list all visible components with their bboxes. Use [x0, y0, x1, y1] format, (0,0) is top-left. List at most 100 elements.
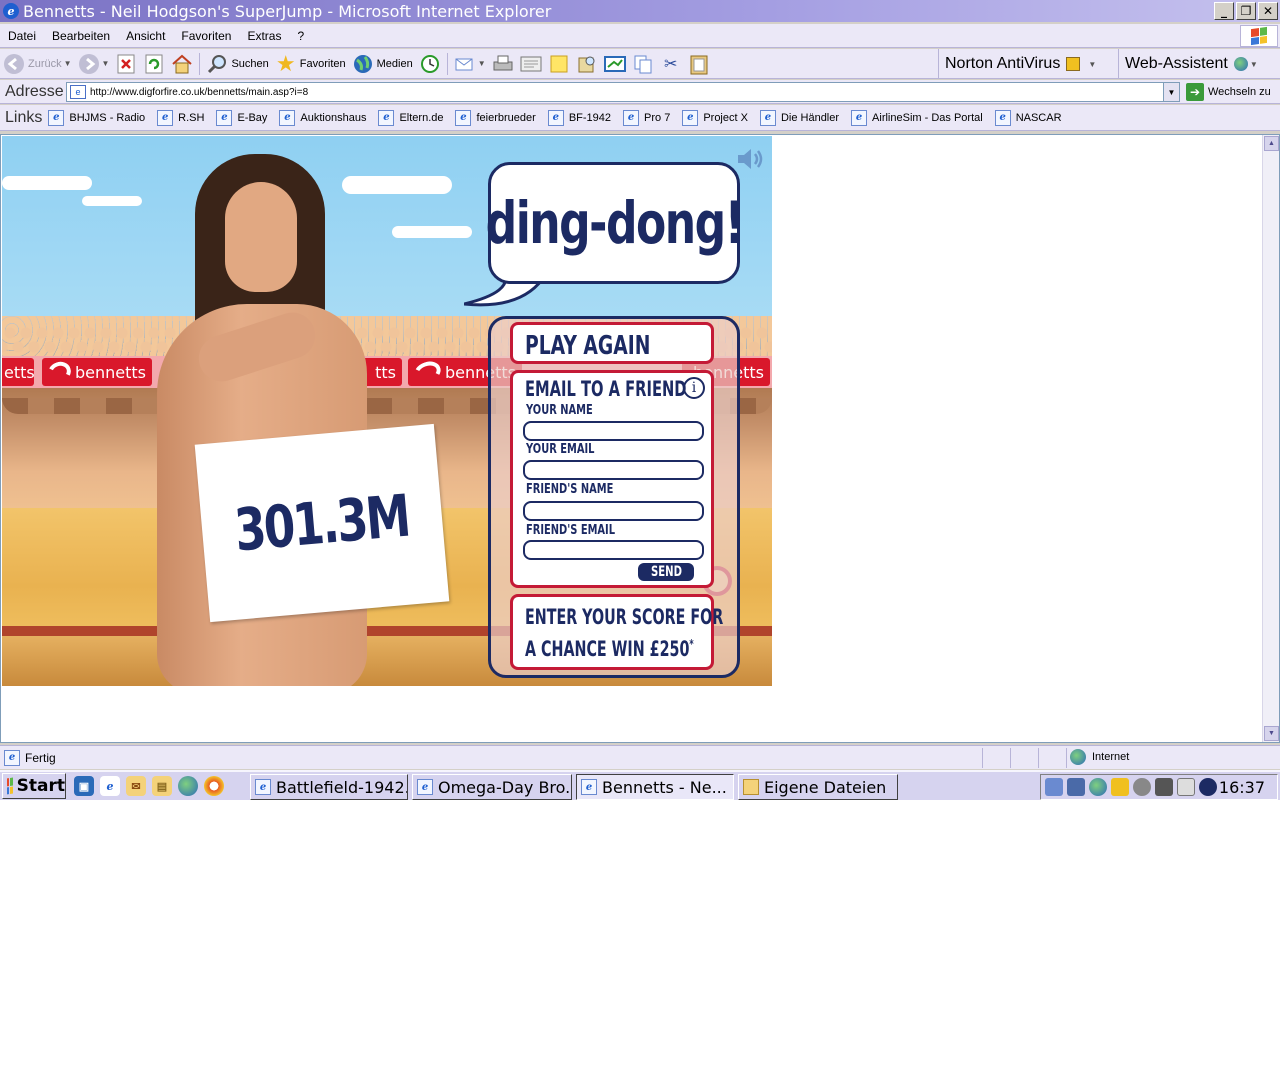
home-button[interactable] — [168, 51, 196, 77]
close-button[interactable]: ✕ — [1258, 2, 1278, 20]
print-button[interactable] — [489, 51, 517, 77]
menu-bar: Datei Bearbeiten Ansicht Favoriten Extra… — [0, 24, 1280, 48]
menu-extras[interactable]: Extras — [239, 29, 289, 43]
scroll-down-button[interactable]: ▼ — [1264, 726, 1279, 741]
search-button[interactable]: Suchen — [203, 51, 271, 77]
enter-score-button[interactable]: ENTER YOUR SCORE FOR A CHANCE WIN £250* — [510, 594, 723, 670]
refresh-icon — [143, 53, 165, 75]
task-bennetts[interactable]: e Bennetts - Ne... — [576, 774, 734, 800]
vertical-scrollbar[interactable]: ▲ ▼ — [1262, 135, 1279, 742]
link-project-x[interactable]: e Project X — [682, 109, 748, 126]
ie-page-icon: e — [682, 109, 699, 126]
link-airlinesim[interactable]: e AirlineSim - Das Portal — [851, 109, 983, 126]
history-button[interactable] — [416, 51, 444, 77]
norton-antivirus-button[interactable]: Norton AntiVirus ▼ — [938, 49, 1096, 79]
window-icon — [603, 53, 626, 75]
media-button[interactable]: Medien — [349, 51, 416, 77]
friends-name-input[interactable] — [523, 501, 704, 521]
antivirus-icon[interactable] — [1199, 778, 1217, 796]
paste-button[interactable] — [685, 51, 713, 77]
minimize-button[interactable]: _ — [1214, 2, 1234, 20]
phone-icon[interactable] — [1155, 778, 1173, 796]
copy-button[interactable] — [629, 51, 657, 77]
address-label: Adresse — [5, 82, 64, 100]
prize-text: A CHANCE WIN £250 — [525, 637, 690, 661]
cloud — [392, 226, 472, 238]
media-player-icon[interactable] — [204, 776, 224, 796]
friends-email-label: FRIEND'S EMAIL — [526, 523, 616, 538]
menu-ansicht[interactable]: Ansicht — [118, 29, 173, 43]
network-icon[interactable] — [1045, 778, 1063, 796]
menu-favoriten[interactable]: Favoriten — [173, 29, 239, 43]
menu-help[interactable]: ? — [289, 29, 312, 43]
network-icon[interactable] — [1067, 778, 1085, 796]
link-bf-1942[interactable]: e BF-1942 — [547, 109, 611, 126]
task-eigene-dateien[interactable]: Eigene Dateien — [738, 774, 898, 800]
globe-icon[interactable] — [1089, 778, 1107, 796]
stop-button[interactable] — [112, 51, 140, 77]
link-feierbrueder[interactable]: e feierbrueder — [455, 109, 536, 126]
your-email-input[interactable] — [523, 460, 704, 480]
chevron-down-icon[interactable]: ▼ — [1088, 60, 1096, 69]
windows-logo — [1240, 25, 1278, 47]
notes-button[interactable] — [545, 51, 573, 77]
cut-button[interactable]: ✂ — [657, 51, 685, 77]
start-button[interactable]: Start — [2, 773, 66, 799]
research-button[interactable] — [573, 51, 601, 77]
your-name-input[interactable] — [523, 421, 704, 441]
norton-icon[interactable] — [1111, 778, 1129, 796]
outlook-icon[interactable]: ✉ — [126, 776, 146, 796]
chevron-down-icon[interactable]: ▼ — [478, 59, 486, 68]
restore-button[interactable]: ❐ — [1236, 2, 1256, 20]
refresh-button[interactable] — [140, 51, 168, 77]
speaker-icon[interactable] — [736, 146, 766, 172]
window-title-bar[interactable]: e Bennetts - Neil Hodgson's SuperJump - … — [0, 0, 1280, 22]
link-label: Project X — [703, 111, 748, 124]
folder-icon[interactable]: ▤ — [152, 776, 172, 796]
speaker-icon[interactable] — [1133, 778, 1151, 796]
ie-icon[interactable]: e — [100, 776, 120, 796]
back-button[interactable]: Zurück ▼ — [0, 51, 75, 77]
flash-game[interactable]: etts bennetts tts bennetts bennetts — [2, 136, 772, 686]
menu-bearbeiten[interactable]: Bearbeiten — [44, 29, 118, 43]
media-label: Medien — [376, 57, 413, 70]
link-eltern[interactable]: e Eltern.de — [378, 109, 443, 126]
address-dropdown-icon[interactable]: ▼ — [1163, 83, 1179, 101]
go-button[interactable]: ➔ Wechseln zu — [1186, 83, 1271, 101]
link-bhjms-radio[interactable]: e BHJMS - Radio — [48, 109, 146, 126]
menu-datei[interactable]: Datei — [0, 29, 44, 43]
desktop-icon[interactable]: ▣ — [74, 776, 94, 796]
address-field[interactable]: e ▼ — [66, 82, 1180, 102]
task-omega-day[interactable]: e Omega-Day Bro... — [412, 774, 572, 800]
favorites-button[interactable]: ★ Favoriten — [272, 51, 349, 77]
mouse-icon[interactable] — [1177, 778, 1195, 796]
bennetts-ad-board: etts — [2, 358, 35, 386]
forward-button[interactable]: ▼ — [75, 51, 113, 77]
link-pro7[interactable]: e Pro 7 — [623, 109, 670, 126]
link-rsh[interactable]: e R.SH — [157, 109, 204, 126]
address-input[interactable] — [90, 86, 1150, 98]
link-die-haendler[interactable]: e Die Händler — [759, 109, 839, 126]
link-ebay[interactable]: e E-Bay — [216, 109, 267, 126]
enter-score-line2: A CHANCE WIN £250* — [525, 637, 694, 661]
friends-email-input[interactable] — [523, 540, 704, 560]
play-again-button[interactable]: PLAY AGAIN — [510, 322, 714, 364]
chevron-down-icon[interactable]: ▼ — [64, 59, 72, 68]
globe-icon[interactable] — [178, 776, 198, 796]
ie-page-icon: e — [455, 109, 472, 126]
link-label: BHJMS - Radio — [69, 111, 146, 124]
send-button[interactable]: SEND — [638, 563, 694, 581]
mail-button[interactable]: ▼ — [451, 51, 489, 77]
window-button[interactable] — [601, 51, 629, 77]
chevron-down-icon[interactable]: ▼ — [102, 59, 110, 68]
model-face — [225, 182, 297, 292]
edit-button[interactable] — [517, 51, 545, 77]
link-nascar[interactable]: e NASCAR — [994, 109, 1062, 126]
link-auktionshaus[interactable]: e Auktionshaus — [279, 109, 366, 126]
info-icon[interactable]: i — [683, 377, 705, 399]
web-assistant-button[interactable]: Web-Assistent ▼ — [1118, 49, 1258, 79]
scroll-up-button[interactable]: ▲ — [1264, 136, 1279, 151]
task-battlefield[interactable]: e Battlefield-1942... — [250, 774, 408, 800]
bennetts-ad-board: bennetts — [42, 358, 152, 386]
chevron-down-icon[interactable]: ▼ — [1250, 60, 1258, 69]
